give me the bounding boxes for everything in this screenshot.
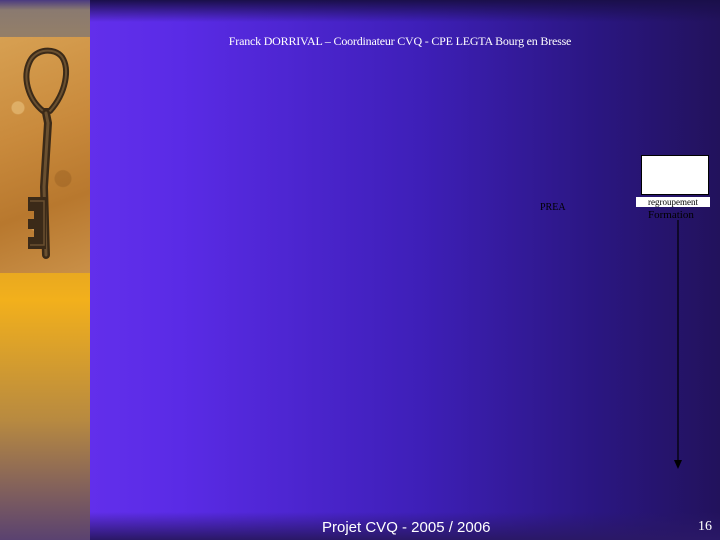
footer-project: Projet CVQ - 2005 / 2006 bbox=[322, 519, 491, 536]
label-regroupement: regroupement bbox=[636, 197, 710, 207]
header-author-line: Franck DORRIVAL – Coordinateur CVQ - CPE… bbox=[228, 34, 572, 48]
old-key-photo-icon bbox=[0, 37, 90, 273]
top-shade bbox=[90, 0, 720, 22]
slide: Franck DORRIVAL – Coordinateur CVQ - CPE… bbox=[0, 0, 720, 540]
down-arrow-icon bbox=[674, 220, 682, 469]
label-prea: PREA bbox=[540, 202, 566, 213]
diagram-box bbox=[641, 155, 709, 195]
page-number: 16 bbox=[698, 519, 712, 534]
